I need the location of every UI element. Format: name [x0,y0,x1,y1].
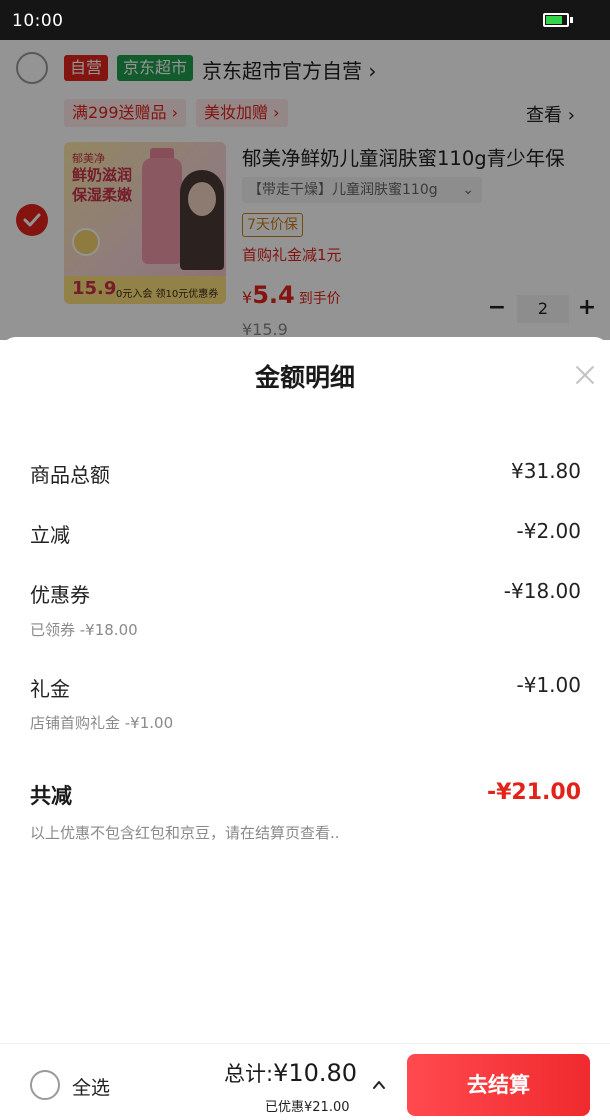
modal-overlay[interactable] [0,40,610,340]
chevron-up-icon[interactable] [372,1078,386,1092]
row-value-goods-total: ¥31.80 [511,459,581,483]
select-all-label[interactable]: 全选 [72,1073,110,1100]
checkout-bar: 全选 总计:¥10.80 已优惠¥21.00 去结算 [0,1043,610,1120]
row-value-instant-off: -¥2.00 [516,519,581,543]
row-label-instant-off: 立减 [30,523,70,547]
total-discount-label: 共减 [30,784,72,808]
row-sub-coupon: 已领券 -¥18.00 [30,621,138,639]
close-icon[interactable] [572,363,598,389]
discount-note: 以上优惠不包含红包和京豆，请在结算页查看.. [30,824,340,842]
status-time: 10:00 [12,11,64,31]
select-all-radio[interactable] [30,1070,60,1100]
amount-detail-sheet: 金额明细 商品总额 ¥31.80 立减 -¥2.00 优惠券 -¥18.00 已… [0,337,610,1043]
status-bar: 10:00 [0,0,610,40]
total-amount: ¥10.80 [273,1059,358,1087]
battery-icon [543,13,569,27]
saved-amount: 已优惠¥21.00 [265,1100,350,1115]
total-label: 总计: [224,1062,274,1086]
total-summary: 总计:¥10.80 [224,1058,357,1088]
battery-cap [570,17,573,23]
row-label-coupon: 优惠券 [30,583,90,607]
sheet-title: 金额明细 [254,363,355,392]
row-sub-gift-money: 店铺首购礼金 -¥1.00 [30,714,174,732]
row-value-gift-money: -¥1.00 [516,673,581,697]
row-label-gift-money: 礼金 [30,677,70,701]
checkout-button[interactable]: 去结算 [407,1054,590,1116]
row-label-goods-total: 商品总额 [30,463,110,487]
total-discount-value: -¥21.00 [486,780,581,805]
row-value-coupon: -¥18.00 [503,579,581,603]
